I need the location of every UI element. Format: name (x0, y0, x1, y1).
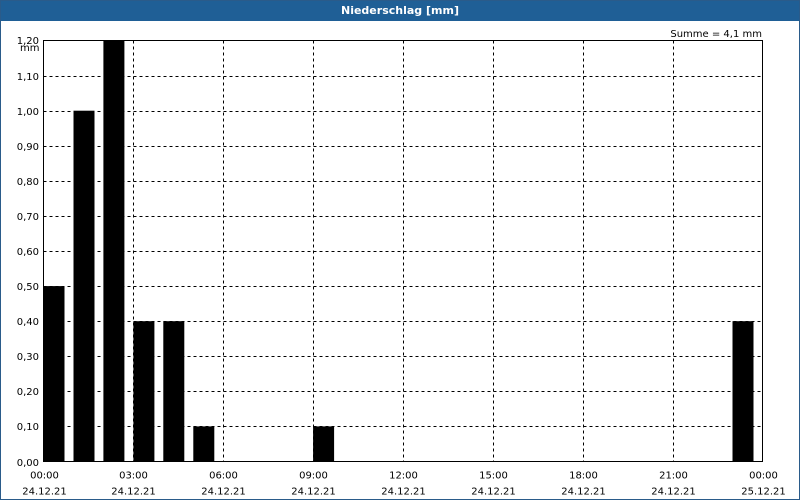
x-tick-date-label: 24.12.21 (22, 487, 67, 498)
bar-2300 (732, 321, 754, 462)
x-tick-date-label: 24.12.21 (201, 487, 246, 498)
y-tick-label: 0,10 (17, 422, 39, 433)
bar-0500 (193, 426, 215, 462)
chart-window: Niederschlag [mm] mm Summe = 4,1 mm 0,00… (0, 0, 800, 500)
y-tick-label: 0,70 (17, 212, 39, 223)
y-tick-label: 0,40 (17, 317, 39, 328)
bar-0200 (103, 40, 125, 462)
x-tick-time-label: 00:00 (749, 471, 778, 482)
y-tick-label: 0,80 (17, 177, 39, 188)
y-tick-label: 0,20 (17, 387, 39, 398)
bar-0100 (73, 110, 95, 462)
x-tick-time-label: 15:00 (479, 471, 508, 482)
x-tick-time-label: 18:00 (569, 471, 598, 482)
x-tick-date-label: 25.12.21 (741, 487, 786, 498)
y-tick-label: 0,50 (17, 282, 39, 293)
x-tick-date-label: 24.12.21 (471, 487, 516, 498)
chart-title: Niederschlag [mm] (1, 1, 799, 21)
y-tick-label: 1,00 (17, 107, 39, 118)
y-tick-label: 0,90 (17, 142, 39, 153)
y-tick-labels: 0,00 0,10 0,20 0,30 0,40 0,50 0,60 0,70 0,80 0,90… (17, 36, 39, 469)
x-tick-time-label: 12:00 (389, 471, 418, 482)
x-tick-date-label: 24.12.21 (651, 487, 696, 498)
precipitation-chart: mm Summe = 4,1 mm 0,000,100,200,300,400,… (17, 29, 786, 498)
x-tick-time-label: 21:00 (659, 471, 688, 482)
bar-0900 (313, 426, 335, 462)
x-tick-time-label: 03:00 (119, 471, 148, 482)
bar-0000 (43, 286, 65, 462)
y-tick-label: 0,00 (17, 458, 39, 469)
x-tick-time-label: 06:00 (209, 471, 238, 482)
bar-0400 (163, 321, 185, 462)
bar-0300 (133, 321, 155, 462)
x-tick-date-label: 24.12.21 (381, 487, 426, 498)
y-tick-label: 0,60 (17, 247, 39, 258)
x-tick-date-label: 24.12.21 (111, 487, 156, 498)
x-tick-time-label: 00:00 (30, 471, 59, 482)
y-tick-label: 1,10 (17, 72, 39, 83)
y-tick-label: 0,30 (17, 352, 39, 363)
x-tick-labels: 00:00 24.12.21 03:00 24.12.21 06:00 24.12.21 0… (22, 471, 786, 498)
x-tick-time-label: 09:00 (299, 471, 328, 482)
sum-label: Summe = 4,1 mm (670, 29, 762, 40)
x-tick-date-label: 24.12.21 (561, 487, 606, 498)
y-tick-label: 1,20 (17, 36, 39, 47)
x-tick-date-label: 24.12.21 (291, 487, 336, 498)
